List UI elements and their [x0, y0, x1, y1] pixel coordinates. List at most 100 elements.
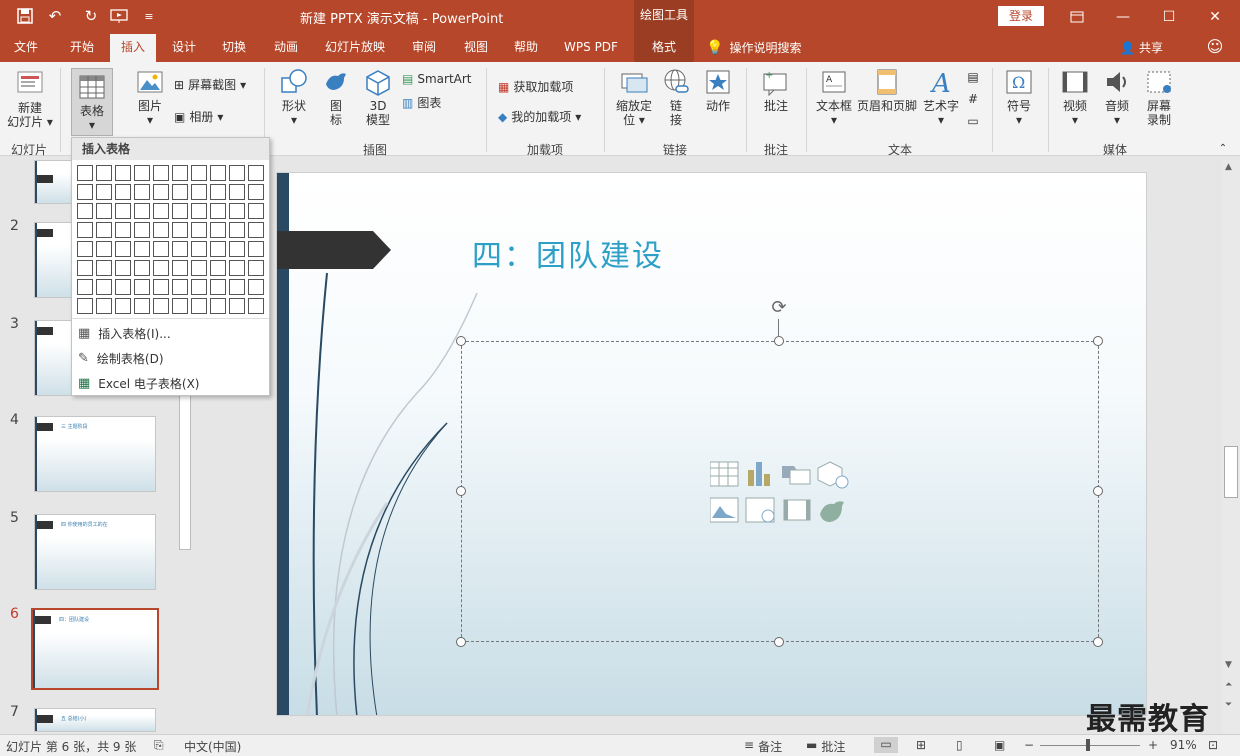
tab-format[interactable]: 格式: [634, 34, 694, 62]
table-grid-cell[interactable]: [229, 222, 245, 238]
slideshow-view-icon[interactable]: ▣: [994, 738, 1005, 752]
table-grid-cell[interactable]: [115, 279, 131, 295]
table-grid-cell[interactable]: [134, 241, 150, 257]
draw-table-menu-item[interactable]: ✎ 绘制表格(D): [78, 347, 266, 369]
table-grid-cell[interactable]: [77, 184, 93, 200]
new-slide-button[interactable]: 新建 幻灯片 ▾: [6, 68, 54, 129]
maximize-icon[interactable]: ☐: [1146, 0, 1192, 34]
textbox-button[interactable]: A 文本框 ▾: [814, 68, 854, 127]
slide-thumbnail-6-selected[interactable]: 四：团队建设: [31, 608, 159, 690]
table-grid-cell[interactable]: [248, 165, 264, 181]
present-from-start-icon[interactable]: [108, 6, 130, 26]
slide-scrollbar-thumb[interactable]: [1224, 446, 1238, 498]
slide-number-icon[interactable]: #: [964, 92, 982, 106]
table-grid-cell[interactable]: [248, 222, 264, 238]
table-grid-cell[interactable]: [191, 241, 207, 257]
object-icon[interactable]: ▭: [964, 114, 982, 128]
action-button[interactable]: 动作: [700, 68, 736, 113]
table-grid-cell[interactable]: [229, 203, 245, 219]
language-status[interactable]: 中文(中国): [184, 738, 241, 755]
icons-button[interactable]: 图标: [320, 68, 352, 127]
table-grid-cell[interactable]: [229, 184, 245, 200]
resize-handle-left[interactable]: [456, 486, 466, 496]
insert-table-menu-item[interactable]: ▦ 插入表格(I)...: [78, 322, 266, 344]
get-addins-button[interactable]: ▦ 获取加载项: [498, 78, 573, 95]
smiley-feedback-icon[interactable]: ☺: [1200, 34, 1230, 62]
table-grid-cell[interactable]: [191, 222, 207, 238]
table-grid-cell[interactable]: [134, 203, 150, 219]
fit-slide-icon[interactable]: ⊡: [1208, 738, 1218, 752]
table-grid-cell[interactable]: [96, 165, 112, 181]
save-icon[interactable]: [14, 6, 36, 26]
table-grid-cell[interactable]: [153, 279, 169, 295]
video-button[interactable]: 视频 ▾: [1056, 68, 1094, 127]
table-grid-cell[interactable]: [134, 298, 150, 314]
current-slide[interactable]: 四：团队建设 ⟳: [276, 172, 1147, 716]
tab-view[interactable]: 视图: [454, 34, 498, 62]
table-grid-cell[interactable]: [77, 165, 93, 181]
tab-design[interactable]: 设计: [162, 34, 206, 62]
table-grid-cell[interactable]: [153, 260, 169, 276]
zoom-level[interactable]: 91%: [1170, 738, 1197, 752]
table-grid-cell[interactable]: [115, 241, 131, 257]
tab-wps-pdf[interactable]: WPS PDF: [556, 34, 626, 62]
symbol-button[interactable]: Ω 符号 ▾: [1000, 68, 1038, 127]
table-button[interactable]: 表格 ▾: [71, 68, 113, 136]
table-grid-cell[interactable]: [210, 184, 226, 200]
table-grid-cell[interactable]: [172, 279, 188, 295]
table-grid-cell[interactable]: [172, 203, 188, 219]
smartart-button[interactable]: ▤ SmartArt: [402, 72, 472, 86]
slide-thumbnail-4[interactable]: 三 主题阶段: [34, 416, 156, 492]
scroll-up-icon[interactable]: ▲: [1225, 162, 1232, 172]
table-grid-cell[interactable]: [115, 165, 131, 181]
shapes-button[interactable]: 形状 ▾: [276, 68, 312, 127]
zoom-in-icon[interactable]: +: [1148, 738, 1158, 752]
undo-icon[interactable]: ↶: [44, 6, 66, 26]
table-grid-cell[interactable]: [248, 298, 264, 314]
tab-slideshow[interactable]: 幻灯片放映: [318, 34, 392, 62]
table-grid-cell[interactable]: [134, 184, 150, 200]
table-grid-cell[interactable]: [77, 298, 93, 314]
table-grid-cell[interactable]: [134, 279, 150, 295]
link-button[interactable]: 链接: [660, 68, 692, 127]
table-grid-cell[interactable]: [172, 184, 188, 200]
table-grid-cell[interactable]: [191, 184, 207, 200]
table-grid-cell[interactable]: [229, 298, 245, 314]
tab-help[interactable]: 帮助: [504, 34, 548, 62]
table-grid-cell[interactable]: [153, 298, 169, 314]
table-grid-cell[interactable]: [115, 184, 131, 200]
collapse-ribbon-icon[interactable]: ⌃: [1216, 142, 1230, 156]
my-addins-button[interactable]: ◆ 我的加载项 ▾: [498, 108, 581, 125]
table-grid-cell[interactable]: [229, 279, 245, 295]
redo-icon[interactable]: ↻: [80, 6, 102, 26]
scroll-down-icon[interactable]: ▼: [1225, 660, 1232, 670]
previous-slide-icon[interactable]: ⏶: [1225, 680, 1232, 690]
tab-insert[interactable]: 插入: [110, 34, 156, 62]
slide-sorter-view-icon[interactable]: ⊞: [916, 738, 926, 752]
chart-button[interactable]: ▥ 图表: [402, 94, 441, 111]
resize-handle-bottom-left[interactable]: [456, 637, 466, 647]
table-grid-cell[interactable]: [153, 165, 169, 181]
table-grid-cell[interactable]: [210, 165, 226, 181]
table-grid-cell[interactable]: [172, 165, 188, 181]
table-grid-cell[interactable]: [229, 165, 245, 181]
normal-view-icon[interactable]: ▭: [874, 737, 898, 753]
table-grid-cell[interactable]: [77, 203, 93, 219]
content-placeholder[interactable]: [461, 341, 1099, 642]
accessibility-icon[interactable]: ⎘: [154, 738, 164, 753]
tab-transitions[interactable]: 切换: [212, 34, 256, 62]
slide-vertical-scrollbar[interactable]: ▲ ▼ ⏶ ⏷: [1222, 160, 1240, 734]
table-grid-cell[interactable]: [229, 241, 245, 257]
table-grid-cell[interactable]: [77, 222, 93, 238]
table-grid-cell[interactable]: [96, 203, 112, 219]
table-grid-cell[interactable]: [115, 222, 131, 238]
table-grid-cell[interactable]: [96, 298, 112, 314]
zoom-slider-thumb[interactable]: [1086, 739, 1090, 751]
table-grid-cell[interactable]: [153, 184, 169, 200]
excel-spreadsheet-menu-item[interactable]: ▦ Excel 电子表格(X): [78, 372, 266, 394]
table-grid-cell[interactable]: [248, 184, 264, 200]
table-grid-cell[interactable]: [210, 279, 226, 295]
zoom-out-icon[interactable]: −: [1024, 738, 1034, 752]
table-grid-cell[interactable]: [153, 203, 169, 219]
tab-animations[interactable]: 动画: [264, 34, 308, 62]
